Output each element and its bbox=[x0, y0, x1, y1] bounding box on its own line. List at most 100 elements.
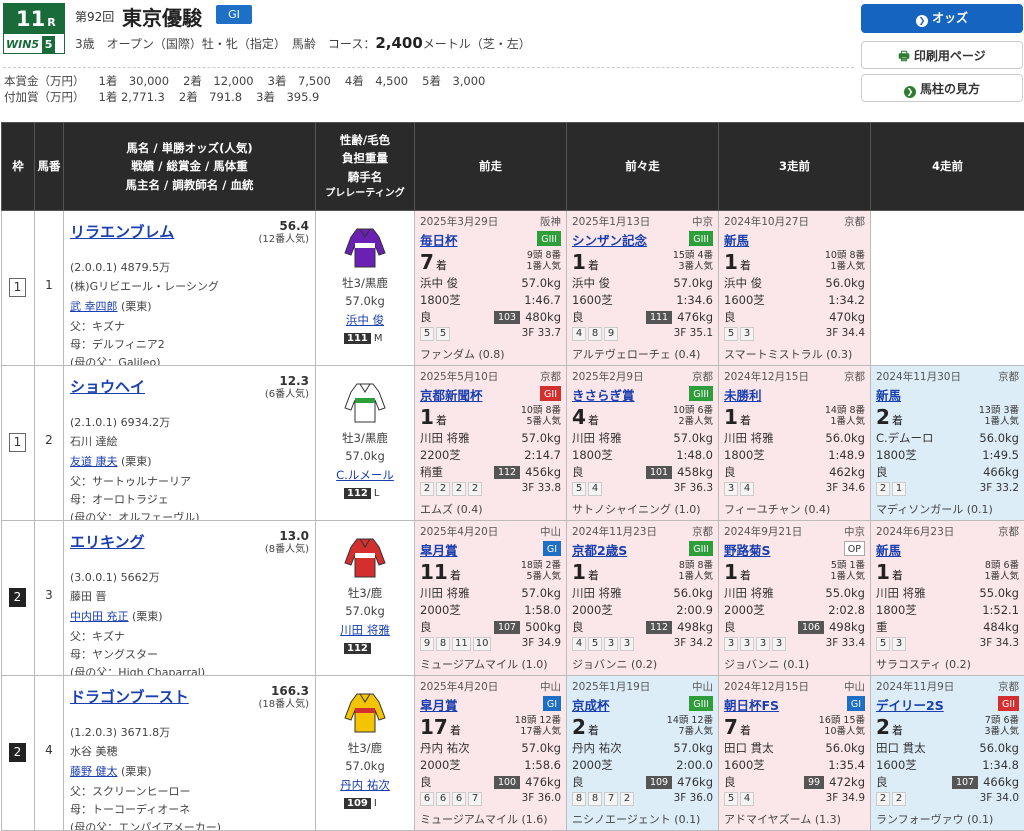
guide-button[interactable]: ❯ 馬柱の見方 bbox=[861, 74, 1023, 102]
corner-positions: 55 bbox=[420, 327, 452, 341]
horse-name-link[interactable]: ショウヘイ bbox=[70, 376, 145, 397]
race-conditions: 3歳 オープン（国際）牡・牝（指定） 馬齢 コース：2,400メートル（芝・左） bbox=[75, 34, 531, 52]
race-date: 2025年4月20日 bbox=[420, 526, 499, 538]
race-name-link[interactable]: 新馬 bbox=[724, 230, 749, 249]
past-race-cell[interactable]: 2024年10月27日 京都 新馬 1 着 10頭 8番 1番人気 浜中 俊 56.0kg 160… bbox=[718, 210, 871, 366]
jockey-cell: 牡3/黒鹿 57.0kg 浜中 俊 111 M bbox=[315, 210, 415, 366]
horse-name-link[interactable]: リラエンブレム bbox=[70, 221, 174, 242]
prize-item: 5着 3,000 bbox=[422, 74, 486, 88]
race-detail-row: 良 112 498kg bbox=[572, 619, 713, 635]
race-name-link[interactable]: 新馬 bbox=[876, 385, 901, 404]
jockey-link[interactable]: C.ルメール bbox=[336, 468, 394, 482]
heads-pop: 13頭 3番 1番人気 bbox=[979, 405, 1019, 428]
silks-icon bbox=[344, 538, 386, 578]
right-group: 55.0kg bbox=[825, 585, 865, 601]
corner-pos: 1 bbox=[892, 482, 906, 496]
jockey-link[interactable]: 丹内 祐次 bbox=[340, 778, 390, 792]
last-3f: 3F 33.4 bbox=[825, 637, 865, 649]
corner-pos: 7 bbox=[468, 792, 482, 806]
trainer-link[interactable]: 中内田 充正 bbox=[70, 610, 129, 623]
sex: 牡3/黒鹿 bbox=[342, 431, 388, 445]
past-race-cell[interactable]: 2024年6月23日 京都 新馬 1 着 8頭 6番 1番人気 川田 将雅 55.0kg 1800… bbox=[870, 520, 1024, 676]
past-race-cell[interactable]: 2025年4月20日 中山 皐月賞 GI 17 着 18頭 12番 17番人気 丹内 祐次 57.… bbox=[414, 675, 567, 831]
race-name-link[interactable]: 朝日杯FS bbox=[724, 695, 779, 714]
race-name-link[interactable]: 未勝利 bbox=[724, 385, 762, 404]
col-prev4: 4走前 bbox=[870, 122, 1024, 211]
race-name-link[interactable]: デイリー2S bbox=[876, 695, 944, 714]
horse-row: 1 2 ショウヘイ 12.3 (6番人気) (2.1.0.1) 6934.2万 石川 達絵友… bbox=[1, 365, 1024, 521]
bms: (母の父：オルフェーヴル) bbox=[70, 511, 200, 521]
wt: 56.0kg bbox=[825, 431, 865, 445]
race-name-link[interactable]: 京都新聞杯 bbox=[420, 385, 483, 404]
race-name-link[interactable]: 野路菊S bbox=[724, 540, 771, 559]
record: (3.0.0.1) bbox=[70, 571, 118, 584]
horse-info-cell: ドラゴンブースト 166.3 (18番人気) (1.2.0.3) 3671.8万 水谷 … bbox=[63, 675, 316, 831]
corner-positions: 3333 bbox=[724, 637, 788, 651]
race-name-link[interactable]: 毎日杯 bbox=[420, 230, 458, 249]
race-name-link[interactable]: 新馬 bbox=[876, 540, 901, 559]
corner-pos: 3 bbox=[620, 637, 634, 651]
jockey-link[interactable]: 川田 将雅 bbox=[340, 623, 390, 637]
print-button[interactable]: 🖶 印刷用ページ bbox=[861, 41, 1023, 69]
race-popularity: 3番人気 bbox=[984, 726, 1019, 738]
race-detail-row: 田口 貫太 56.0kg bbox=[724, 740, 865, 756]
popularity: (8番人気) bbox=[264, 544, 309, 555]
trainer-link[interactable]: 武 幸四郎 bbox=[70, 300, 118, 313]
past-race-cell[interactable]: 2025年5月10日 京都 京都新聞杯 GII 1 着 10頭 8番 5番人気 川田 将雅 57.… bbox=[414, 365, 567, 521]
race-name-link[interactable]: きさらぎ賞 bbox=[572, 385, 635, 404]
right-group: 107 466kg bbox=[951, 774, 1019, 790]
time: 1:49.5 bbox=[982, 448, 1019, 462]
sire: 父：サートゥルナーリア bbox=[70, 475, 191, 488]
jockey-link[interactable]: 浜中 俊 bbox=[346, 313, 384, 327]
race-grade-badge: GIII bbox=[537, 231, 561, 246]
past-race-cell[interactable]: 2025年2月9日 京都 きさらぎ賞 GIII 4 着 10頭 6番 2番人気 川田 将雅 57.… bbox=[566, 365, 719, 521]
race-detail-row: 重 484kg bbox=[876, 619, 1019, 635]
past-race-cell[interactable]: 2024年11月23日 京都 京都2歳S GIII 1 着 8頭 8番 1番人気 川田 将雅 56… bbox=[566, 520, 719, 676]
cond: 重 bbox=[876, 620, 888, 634]
past-race-cell[interactable]: 2025年1月19日 中山 京成杯 GIII 2 着 14頭 12番 7番人気 丹内 祐次 57.… bbox=[566, 675, 719, 831]
trainer-link[interactable]: 友道 康夫 bbox=[70, 455, 118, 468]
past-race-cell[interactable]: 2024年11月30日 京都 新馬 2 着 13頭 3番 1番人気 C.デムーロ 56.0kg 1… bbox=[870, 365, 1024, 521]
past-race-cell[interactable]: 2025年3月29日 阪神 毎日杯 GIII 7 着 9頭 8番 1番人気 浜中 俊 57.0kg… bbox=[414, 210, 567, 366]
race-name-link[interactable]: 京都2歳S bbox=[572, 540, 627, 559]
race-place: 京都 bbox=[540, 371, 561, 383]
record: (2.0.0.1) bbox=[70, 261, 118, 274]
past-race-cell[interactable]: 2025年4月20日 中山 皐月賞 GI 11 着 18頭 2番 5番人気 川田 将雅 57.0k… bbox=[414, 520, 567, 676]
horse-name-link[interactable]: エリキング bbox=[70, 531, 145, 552]
waku-number: 1 bbox=[9, 433, 26, 452]
past-race-cell[interactable]: 2024年11月9日 京都 デイリー2S GII 2 着 7頭 6番 3番人気 田口 貫太 56.… bbox=[870, 675, 1024, 831]
chevron-right-icon: ❯ bbox=[915, 15, 928, 27]
dam: 母：デルフィニア2 bbox=[70, 338, 165, 351]
horse-name-link[interactable]: ドラゴンブースト bbox=[70, 686, 189, 707]
race-name-link[interactable]: 皐月賞 bbox=[420, 695, 458, 714]
right-group: 57.0kg bbox=[521, 740, 561, 756]
cond: 良 bbox=[420, 620, 432, 634]
past-race-cell[interactable]: 2024年12月15日 中山 朝日杯FS GI 7 着 16頭 15番 10番人気 田口 貫太 5… bbox=[718, 675, 871, 831]
wt: 55.0kg bbox=[979, 586, 1019, 600]
record: (1.2.0.3) bbox=[70, 726, 118, 739]
race-name-link[interactable]: シンザン記念 bbox=[572, 230, 647, 249]
horse-number: 3 bbox=[45, 588, 53, 602]
past-race-cell[interactable]: 2024年12月15日 京都 未勝利 1 着 14頭 8番 1番人気 川田 将雅 56.0kg 1… bbox=[718, 365, 871, 521]
trainer-link[interactable]: 藤野 健太 bbox=[70, 765, 118, 778]
waku-cell: 2 bbox=[1, 675, 35, 831]
race-name-link[interactable]: 京成杯 bbox=[572, 695, 610, 714]
dist: 1800芝 bbox=[572, 448, 613, 462]
finish-rank: 7着 bbox=[420, 250, 447, 274]
horse-sire: 父：スクリーンヒーロー bbox=[70, 783, 190, 799]
time: 1:34.2 bbox=[828, 293, 865, 307]
corner-pos: 6 bbox=[452, 792, 466, 806]
past-race-cell[interactable]: 2024年9月21日 中京 野路菊S OP 1 着 5頭 1番 1番人気 川田 将雅 55.0kg… bbox=[718, 520, 871, 676]
uma-cell: 1 bbox=[34, 210, 64, 366]
corner-pos: 3 bbox=[740, 327, 754, 341]
rank-suffix: 着 bbox=[587, 569, 599, 582]
finish-rank: 1着 bbox=[572, 560, 599, 584]
popularity: (18番人気) bbox=[258, 699, 309, 710]
win5-badge: WIN5 5 bbox=[6, 36, 56, 53]
race-name-link[interactable]: 皐月賞 bbox=[420, 540, 458, 559]
odds-button[interactable]: ❯ オッズ bbox=[861, 4, 1023, 33]
weight: 57.0kg bbox=[345, 604, 385, 618]
past-race-cell[interactable]: 2025年1月13日 中京 シンザン記念 GIII 1 着 15頭 4番 3番人気 浜中 俊 57… bbox=[566, 210, 719, 366]
right-group: 57.0kg bbox=[673, 430, 713, 446]
race-date: 2024年11月30日 bbox=[876, 371, 961, 383]
